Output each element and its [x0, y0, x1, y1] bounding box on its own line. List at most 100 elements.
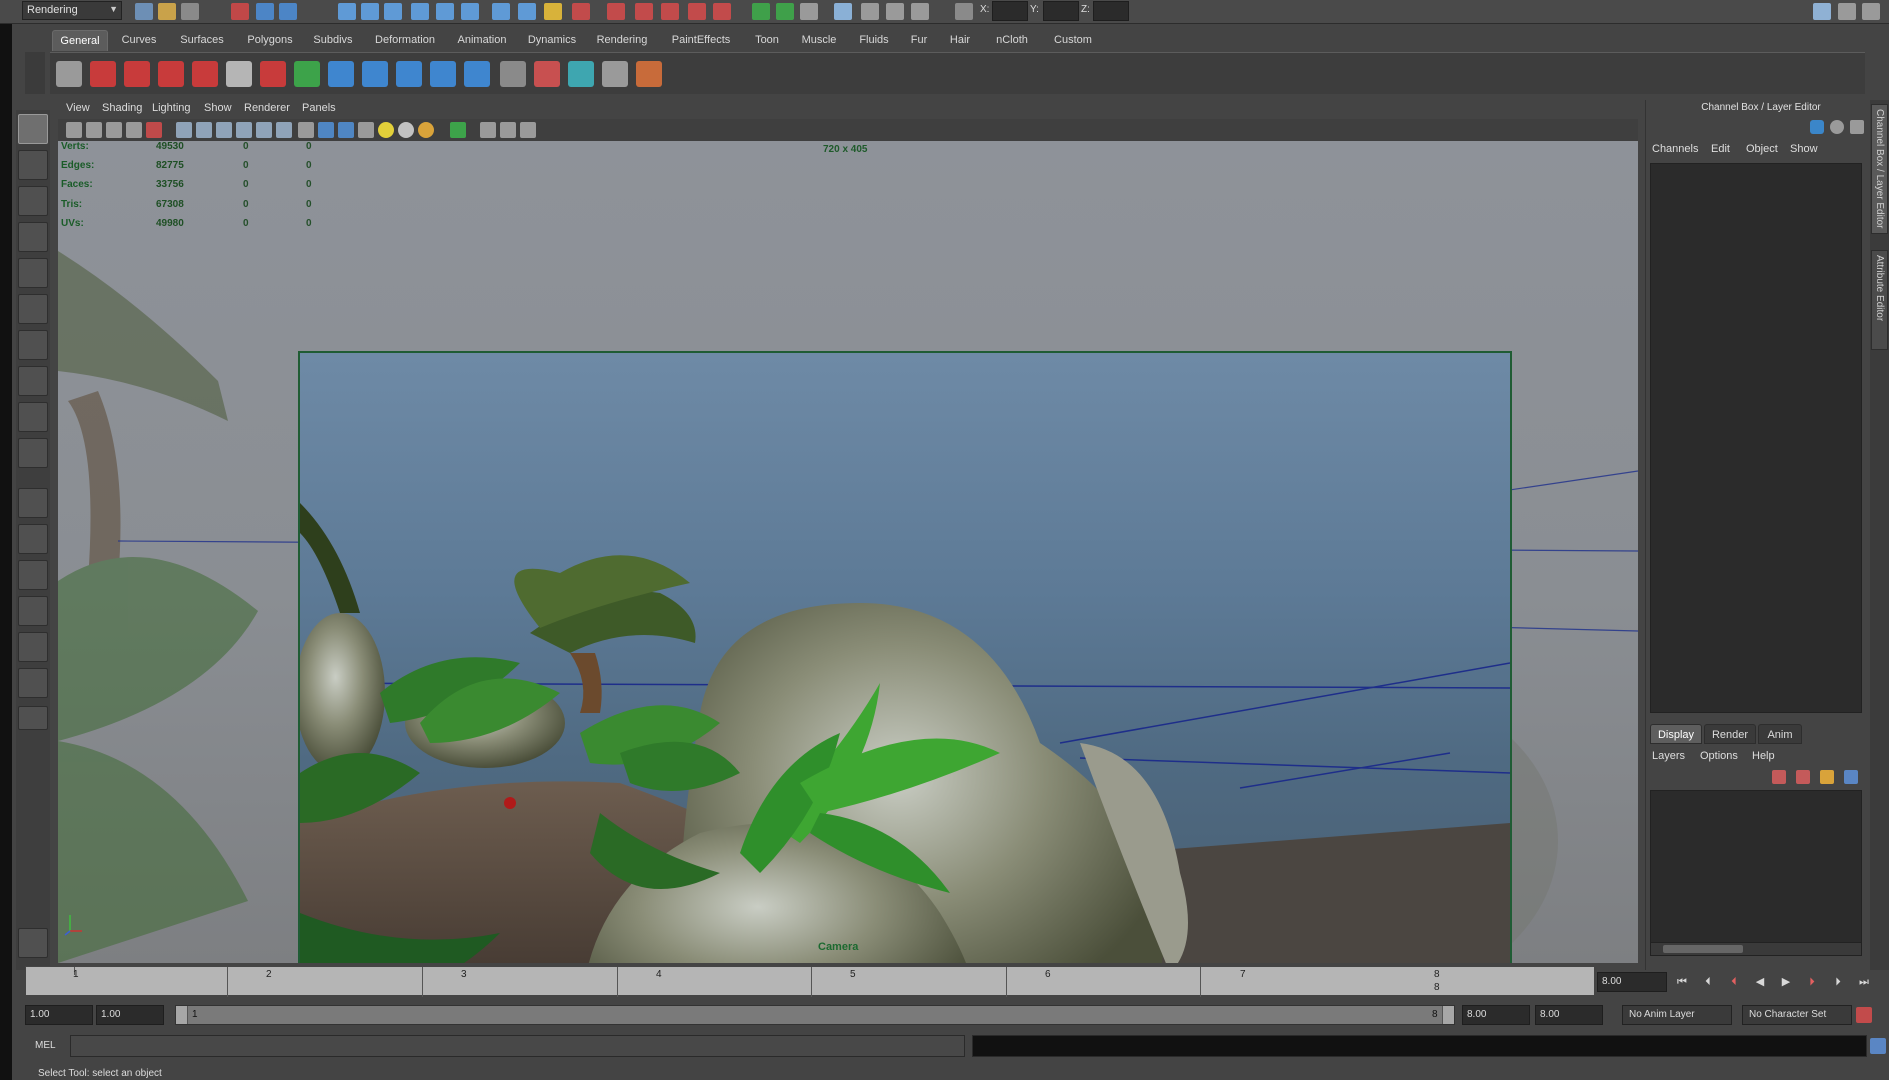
- wireframe-on-shaded-icon[interactable]: [338, 122, 354, 138]
- scrollbar-thumb[interactable]: [1663, 945, 1743, 953]
- panel-menu-panels[interactable]: Panels: [302, 102, 336, 114]
- channel-box-layout-icon[interactable]: [1810, 120, 1824, 134]
- render-layer-icon[interactable]: [500, 61, 526, 87]
- snap-to-point-icon[interactable]: [384, 3, 402, 20]
- panel-menu-show[interactable]: Show: [204, 102, 232, 114]
- bookmarks-icon[interactable]: [106, 122, 122, 138]
- shelf-tab-general[interactable]: General: [52, 30, 108, 51]
- shelf-tab-fluids[interactable]: Fluids: [852, 30, 896, 51]
- skin-bind-icon[interactable]: [430, 61, 456, 87]
- layer-list-scrollbar[interactable]: [1650, 942, 1862, 956]
- shelf-tab-rendering[interactable]: Rendering: [590, 30, 654, 51]
- play-forwards-icon[interactable]: ▶: [1778, 974, 1794, 990]
- default-lighting-icon[interactable]: [378, 122, 394, 138]
- persp-graph-layout-icon[interactable]: [18, 596, 48, 626]
- hypershade-icon[interactable]: [886, 3, 904, 20]
- snap-to-grid-icon[interactable]: [338, 3, 356, 20]
- grease-pencil-icon[interactable]: [146, 122, 162, 138]
- layer-menu-layers[interactable]: Layers: [1652, 750, 1685, 762]
- step-forward-key-icon[interactable]: ⏵: [1804, 974, 1820, 990]
- layer-menu-options[interactable]: Options: [1700, 750, 1738, 762]
- image-plane-icon[interactable]: [126, 122, 142, 138]
- coord-x-input[interactable]: [992, 1, 1028, 21]
- question-mark-icon[interactable]: [90, 61, 116, 87]
- lock-icon[interactable]: [544, 3, 562, 20]
- persp-graph-hypergraph-layout-icon[interactable]: [18, 668, 48, 698]
- render-settings-icon[interactable]: [861, 3, 879, 20]
- shelf-tab-subdivs[interactable]: Subdivs: [308, 30, 358, 51]
- menu-set-dropdown[interactable]: Rendering ▼: [22, 1, 122, 20]
- smooth-shade-icon[interactable]: [318, 122, 334, 138]
- render-view-icon[interactable]: [834, 3, 852, 20]
- shelf-tab-painteffects[interactable]: PaintEffects: [662, 30, 740, 51]
- snap-to-curve-icon[interactable]: [361, 3, 379, 20]
- paint-brush-icon[interactable]: [636, 61, 662, 87]
- toggle-channel-box-icon[interactable]: [1862, 3, 1880, 20]
- ipr-render-icon[interactable]: [800, 3, 818, 20]
- channel-box-toggle-icon[interactable]: [1830, 120, 1844, 134]
- shelf-menu-handle[interactable]: [25, 52, 45, 94]
- resolution-gate-icon[interactable]: [216, 122, 232, 138]
- character-set-dropdown[interactable]: No Character Set: [1742, 1005, 1852, 1025]
- shelf-tab-ncloth[interactable]: nCloth: [986, 30, 1038, 51]
- input-ops-icon[interactable]: [492, 3, 510, 20]
- shelf-tab-polygons[interactable]: Polygons: [240, 30, 300, 51]
- joint-tool-icon[interactable]: [362, 61, 388, 87]
- snap-surface-magnet-icon[interactable]: [688, 3, 706, 20]
- open-scene-icon[interactable]: [158, 3, 176, 20]
- step-forward-frame-icon[interactable]: ⏵: [1830, 974, 1846, 990]
- lasso-tool-icon[interactable]: [124, 61, 150, 87]
- panel-menu-view[interactable]: View: [66, 102, 90, 114]
- play-backwards-icon[interactable]: ◀: [1752, 974, 1768, 990]
- channel-box-menu-edit[interactable]: Edit: [1711, 143, 1730, 155]
- outliner-icon[interactable]: [911, 3, 929, 20]
- sphere-icon[interactable]: [328, 61, 354, 87]
- time-slider[interactable]: 1 2 3 4 5 6 7 8 8: [25, 966, 1595, 997]
- perspective-viewport[interactable]: Verts: 49530 0 0 Edges: 82775 0 0 Faces:…: [58, 141, 1638, 963]
- shelf-tab-hair[interactable]: Hair: [942, 30, 978, 51]
- step-back-key-icon[interactable]: ⏴: [1726, 974, 1742, 990]
- paint-select-icon[interactable]: [158, 61, 184, 87]
- layer-tab-anim[interactable]: Anim: [1758, 724, 1802, 744]
- channel-box-menu-object[interactable]: Object: [1746, 143, 1778, 155]
- anim-layer-dropdown[interactable]: No Anim Layer: [1622, 1005, 1732, 1025]
- persp-hypershade-layout-icon[interactable]: [18, 632, 48, 662]
- go-to-end-icon[interactable]: ⏭: [1856, 974, 1872, 990]
- shelf-tab-dynamics[interactable]: Dynamics: [522, 30, 582, 51]
- show-manipulator-tool-icon[interactable]: [18, 402, 48, 432]
- help-icon[interactable]: [518, 3, 536, 20]
- shelf-tab-surfaces[interactable]: Surfaces: [172, 30, 232, 51]
- scale-tool-button-icon[interactable]: [18, 294, 48, 324]
- transform-input-icon[interactable]: [955, 3, 973, 20]
- go-to-start-icon[interactable]: ⏮: [1674, 974, 1690, 990]
- script-editor-icon[interactable]: [1870, 1038, 1886, 1054]
- lasso-select-icon[interactable]: [18, 150, 48, 180]
- rotate-tool-button-icon[interactable]: [18, 258, 48, 288]
- coord-z-input[interactable]: [1093, 1, 1129, 21]
- single-perspective-layout-icon[interactable]: [18, 488, 48, 518]
- select-by-hierarchy-icon[interactable]: [231, 3, 249, 20]
- paint-select-tool-icon[interactable]: [18, 186, 48, 216]
- snap-curve-magnet-icon[interactable]: [661, 3, 679, 20]
- range-slider[interactable]: 1 8: [175, 1005, 1455, 1025]
- move-layer-up-icon[interactable]: [1772, 770, 1786, 784]
- panel-menu-shading[interactable]: Shading: [102, 102, 142, 114]
- isolate-select-icon[interactable]: [450, 122, 466, 138]
- film-reel-icon[interactable]: [56, 61, 82, 87]
- highlight-selection-icon[interactable]: [572, 3, 590, 20]
- textured-icon[interactable]: [358, 122, 374, 138]
- command-language-label[interactable]: MEL: [35, 1040, 56, 1051]
- safe-action-icon[interactable]: [276, 122, 292, 138]
- shelf-tab-deformation[interactable]: Deformation: [368, 30, 442, 51]
- wireframe-icon[interactable]: [298, 122, 314, 138]
- new-scene-icon[interactable]: [135, 3, 153, 20]
- move-layer-down-icon[interactable]: [1796, 770, 1810, 784]
- shadows-icon[interactable]: [418, 122, 434, 138]
- layout-more-icon[interactable]: [18, 706, 48, 730]
- select-camera-icon[interactable]: [66, 122, 82, 138]
- command-line-input[interactable]: [70, 1035, 965, 1057]
- snap-magnet-icon[interactable]: [635, 3, 653, 20]
- select-by-object-icon[interactable]: [256, 3, 274, 20]
- xray-joints-icon[interactable]: [500, 122, 516, 138]
- save-scene-icon[interactable]: [181, 3, 199, 20]
